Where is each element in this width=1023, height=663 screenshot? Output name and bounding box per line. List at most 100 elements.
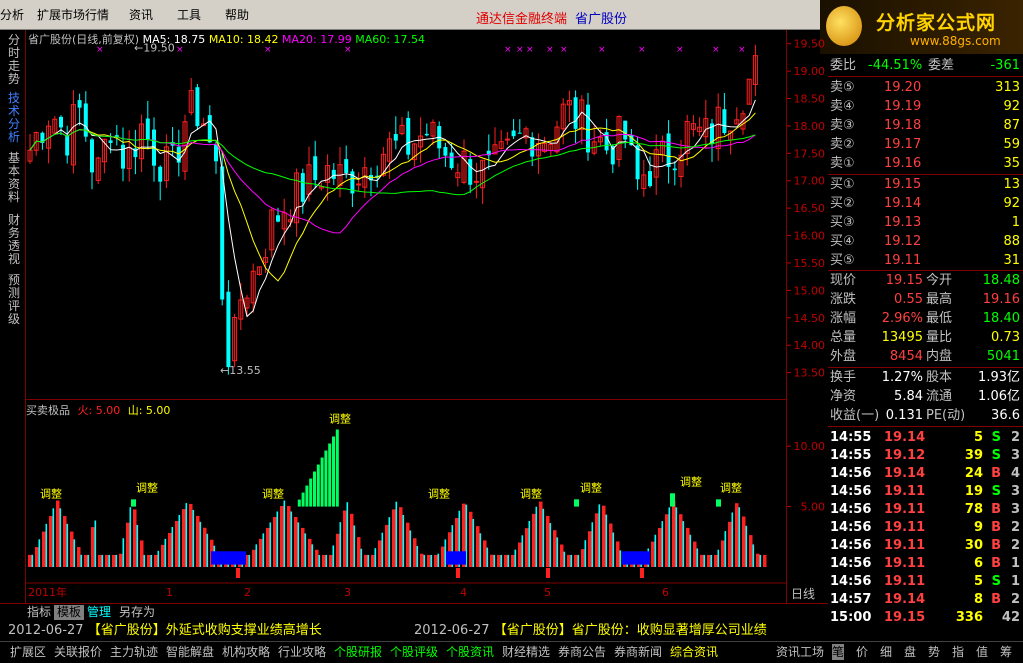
menu-extended-market[interactable]: 扩展市场行情 — [37, 8, 109, 22]
adjust-label: 调整 — [580, 480, 602, 494]
indicator-bar — [504, 554, 508, 567]
tick-price: 19.14 — [884, 430, 926, 445]
taskbar-item[interactable]: 主力轨迹 — [110, 644, 158, 660]
green-bar — [305, 485, 309, 507]
tick-price: 19.14 — [884, 466, 926, 481]
side-tab-technical[interactable]: 技术分析 — [8, 92, 22, 144]
right-tab-item[interactable]: 笔 — [832, 644, 845, 660]
logo-url: www.88gs.com — [910, 34, 1001, 48]
indicator-bar — [164, 538, 167, 567]
tick-time: 14:56 — [830, 538, 872, 553]
taskbar-item[interactable]: 资讯工场 — [776, 644, 824, 660]
fund-label: 股本 — [926, 370, 953, 385]
indicator-bar — [518, 542, 522, 567]
taskbar-item[interactable]: 关联报价 — [54, 644, 102, 660]
indicator-bar — [479, 533, 482, 567]
indicator-bar — [108, 554, 111, 567]
signal-marker: × — [526, 45, 534, 55]
taskbar-item[interactable]: 个股研报 — [334, 644, 382, 660]
taskbar-item[interactable]: 券商新闻 — [614, 644, 662, 660]
price-tick: 14.50 — [794, 312, 826, 325]
tick-volume: 8 — [973, 592, 983, 607]
side-tab-basic-info[interactable]: 基本资料 — [8, 152, 22, 204]
indicator-bar — [308, 538, 312, 567]
indicator-bar — [385, 524, 389, 567]
news-ticker[interactable]: 2012-06-27 【省广股份】外延式收购支撑业绩高增长 2012-06-27… — [0, 621, 828, 641]
side-tab-financial[interactable]: 财务透视 — [8, 214, 22, 266]
indicator-bar — [686, 527, 690, 567]
taskbar-item[interactable]: 财经精选 — [502, 644, 550, 660]
price-tick: 13.50 — [794, 367, 826, 380]
right-tab-item[interactable]: 指 — [952, 644, 964, 660]
indicator-bar — [724, 531, 727, 567]
indicator-panel[interactable]: 调整 调整 调整 调整 调整 调整 调整 调整 调整 2011年 1 2 3 4 5 6 买卖极品 火: 5.… — [26, 400, 786, 605]
indicator-bar — [409, 530, 412, 567]
side-tab-intraday[interactable]: 分时走势 — [8, 34, 22, 86]
green-bar — [574, 499, 579, 507]
stat-label: 内盘 — [926, 349, 953, 364]
indicator-bar — [654, 534, 657, 567]
tick-time: 14:56 — [830, 574, 872, 589]
tab-indicator[interactable]: 指标 — [24, 605, 54, 620]
tick-price: 19.11 — [884, 484, 926, 499]
taskbar-item[interactable]: 综合资讯 — [670, 644, 718, 660]
menu-tools[interactable]: 工具 — [177, 8, 201, 22]
taskbar-item[interactable]: 行业攻略 — [278, 644, 326, 660]
taskbar-item[interactable]: 个股评级 — [390, 644, 438, 660]
taskbar-item[interactable]: 扩展区 — [10, 644, 46, 660]
stat-row: 涨跌 0.55 最高 19.16 — [828, 290, 1023, 309]
candle-body-down — [90, 139, 94, 173]
menu-help[interactable]: 帮助 — [225, 8, 249, 22]
red-tick — [456, 568, 460, 578]
candle-body-down — [220, 166, 225, 300]
right-tab-item[interactable]: 价 — [856, 644, 868, 660]
ticker-item-1[interactable]: 2012-06-27 【省广股份】外延式收购支撑业绩高增长 — [8, 621, 322, 641]
fund-label: 流通 — [926, 389, 953, 404]
candles — [27, 44, 758, 375]
buy-row: 买⑤ 19.11 31 — [828, 251, 1023, 270]
right-tab-item[interactable]: 筹 — [1000, 644, 1012, 660]
indicator-bar — [56, 500, 60, 567]
right-tab-item[interactable]: 盘 — [904, 644, 916, 660]
adjust-label: 调整 — [520, 486, 542, 500]
fund-row: 净资 5.84 流通 1.06亿 — [828, 387, 1023, 406]
indicator-bar — [87, 554, 90, 567]
app-name: 通达信金融终端 — [476, 12, 568, 27]
indicator-bar — [560, 544, 564, 567]
indicator-bar — [343, 510, 347, 567]
tab-template[interactable]: 模板 — [54, 605, 85, 620]
tab-manage[interactable]: 管理 — [84, 605, 114, 620]
price-panel[interactable]: ←19.50 ←13.55 × × × × × × × × × × × × × × 省广股份(日线,前复权) … — [26, 30, 786, 400]
fund-value: 36.6 — [991, 408, 1020, 423]
taskbar-item[interactable]: 机构攻略 — [222, 644, 270, 660]
indicator-chart[interactable]: 调整 调整 调整调整调整 调整 调整 调整 调整2011年 1 2 3 4 5 6 — [26, 400, 786, 605]
tick-count: 2 — [1010, 520, 1020, 535]
taskbar-item[interactable]: 券商公告 — [558, 644, 606, 660]
candle-body-down — [468, 159, 473, 185]
taskbar-item[interactable]: 个股资讯 — [446, 644, 494, 660]
indicator-bar — [129, 507, 132, 567]
side-tab-forecast[interactable]: 预测评级 — [8, 274, 22, 326]
indicator-bar — [444, 539, 447, 567]
ticker-item-2[interactable]: 2012-06-27 【省广股份】省广股份：收购显著增厚公司业绩 — [414, 621, 767, 641]
menu-news[interactable]: 资讯 — [129, 8, 153, 22]
price-axis: 19.50 19.00 18.50 18.00 17.50 17.00 16.50 16.00… — [786, 30, 828, 618]
tab-save-as[interactable]: 另存为 — [116, 605, 158, 620]
right-tab-item[interactable]: 细 — [880, 644, 892, 660]
taskbar-item[interactable]: 智能解盘 — [166, 644, 214, 660]
indicator-bar — [168, 532, 172, 567]
fund-value: 5.84 — [894, 389, 923, 404]
chart-area[interactable]: ←19.50 ←13.55 × × × × × × × × × × × × × × 省广股份(日线,前复权) … — [26, 30, 786, 605]
candle-body-up — [504, 138, 510, 141]
ma5-line — [29, 99, 756, 318]
indicator-bar — [203, 527, 207, 567]
candle-body-down — [449, 152, 454, 169]
candlestick-chart[interactable]: ←19.50←13.55× × × × × × × × × × × × × × — [26, 30, 786, 400]
indicator-bar — [483, 540, 487, 567]
indicator-bar — [525, 528, 529, 567]
stat-row: 现价 19.15 今开 18.48 — [828, 271, 1023, 290]
right-tab-item[interactable]: 值 — [976, 644, 988, 660]
menu-analysis[interactable]: 分析 — [0, 8, 24, 22]
right-tab-item[interactable]: 势 — [928, 644, 940, 660]
tick-time: 14:56 — [830, 556, 872, 571]
